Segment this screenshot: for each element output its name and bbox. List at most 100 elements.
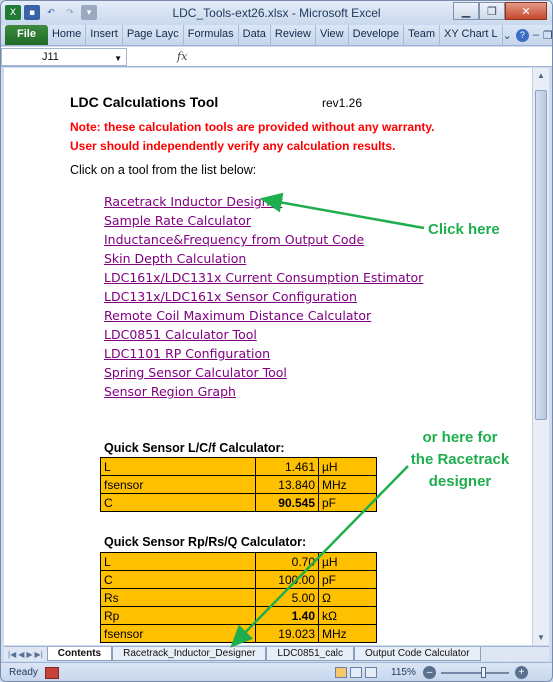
- lcf-label-cell[interactable]: fsensor: [100, 475, 256, 494]
- warning-line-1: Note: these calculation tools are provid…: [70, 120, 435, 134]
- lcf-value-cell[interactable]: 13.840: [255, 475, 319, 494]
- tab-developer[interactable]: Develope: [349, 25, 405, 45]
- rprs-unit-cell[interactable]: pF: [318, 570, 377, 589]
- lcf-label-cell[interactable]: C: [100, 493, 256, 512]
- fx-label[interactable]: fx: [177, 50, 187, 63]
- scrollbar-thumb[interactable]: [535, 90, 547, 420]
- rprs-unit-cell[interactable]: kΩ: [318, 606, 377, 625]
- tool-link-list: Racetrack Inductor Designer Sample Rate …: [104, 192, 423, 401]
- sheet-tab-ldc0851-calc[interactable]: LDC0851_calc: [266, 647, 355, 661]
- tab-home[interactable]: Home: [48, 25, 87, 45]
- rprs-label-cell[interactable]: L: [100, 552, 256, 571]
- ribbon-right-icons: ⌄ ? – ❐ ✕: [503, 25, 552, 45]
- rprs-unit-cell[interactable]: µH: [318, 552, 377, 571]
- lcf-unit-cell[interactable]: pF: [318, 493, 377, 512]
- rprs-value-cell[interactable]: 0.70: [255, 552, 319, 571]
- lcf-value-cell[interactable]: 1.461: [255, 457, 319, 476]
- prev-sheet-icon[interactable]: ◀: [18, 650, 24, 659]
- lcf-label-cell[interactable]: L: [100, 457, 256, 476]
- restore-button[interactable]: ❐: [479, 2, 505, 20]
- link-ldc0851-calculator[interactable]: LDC0851 Calculator Tool: [104, 325, 423, 344]
- link-inductance-frequency-from-output-code[interactable]: Inductance&Frequency from Output Code: [104, 230, 423, 249]
- lcf-unit-cell[interactable]: µH: [318, 457, 377, 476]
- rprs-value-cell[interactable]: 19.023: [255, 624, 319, 643]
- last-sheet-icon[interactable]: ▶|: [35, 650, 43, 659]
- rprs-label-cell[interactable]: C: [100, 570, 256, 589]
- rprs-label-cell[interactable]: Rs: [100, 588, 256, 607]
- page-layout-view-icon[interactable]: [350, 667, 362, 678]
- warning-line-2: User should independently verify any cal…: [70, 139, 396, 153]
- rprs-row: Rp 1.40 kΩ: [100, 606, 377, 625]
- close-button[interactable]: ✕: [505, 2, 547, 20]
- link-sensor-region-graph[interactable]: Sensor Region Graph: [104, 382, 423, 401]
- zoom-out-icon[interactable]: –: [423, 666, 436, 679]
- sheet-tab-output-code-calculator[interactable]: Output Code Calculator: [354, 647, 481, 661]
- link-current-consumption-estimator[interactable]: LDC161x/LDC131x Current Consumption Esti…: [104, 268, 423, 287]
- rprs-row: fsensor 19.023 MHz: [100, 624, 377, 643]
- link-sample-rate-calculator[interactable]: Sample Rate Calculator: [104, 211, 423, 230]
- lcf-calculator-title: Quick Sensor L/C/f Calculator:: [104, 441, 285, 455]
- zoom-slider[interactable]: [441, 672, 509, 674]
- rprs-value-cell[interactable]: 5.00: [255, 588, 319, 607]
- scroll-up-icon[interactable]: ▲: [535, 71, 547, 80]
- first-sheet-icon[interactable]: |◀: [8, 650, 16, 659]
- workbook-restore-icon[interactable]: ❐: [543, 29, 552, 42]
- rprs-calculator-title: Quick Sensor Rp/Rs/Q Calculator:: [104, 535, 307, 549]
- tab-xy-chart-labels[interactable]: XY Chart L: [440, 25, 503, 45]
- link-remote-coil-maximum-distance[interactable]: Remote Coil Maximum Distance Calculator: [104, 306, 423, 325]
- tab-formulas[interactable]: Formulas: [184, 25, 239, 45]
- vertical-scrollbar[interactable]: ▲ ▼: [532, 68, 549, 645]
- tab-review[interactable]: Review: [271, 25, 316, 45]
- link-skin-depth-calculation[interactable]: Skin Depth Calculation: [104, 249, 423, 268]
- lcf-row: fsensor 13.840 MHz: [100, 475, 377, 494]
- click-here-callout: Click here: [428, 221, 500, 238]
- link-ldc1101-rp-configuration[interactable]: LDC1101 RP Configuration: [104, 344, 423, 363]
- rprs-value-cell[interactable]: 1.40: [255, 606, 319, 625]
- rprs-label-cell[interactable]: Rp: [100, 606, 256, 625]
- link-racetrack-inductor-designer[interactable]: Racetrack Inductor Designer: [104, 192, 423, 211]
- rprs-row: L 0.70 µH: [100, 552, 377, 571]
- workbook-minimize-icon[interactable]: –: [533, 29, 539, 41]
- rprs-row: Rs 5.00 Ω: [100, 588, 377, 607]
- rprs-label-cell[interactable]: fsensor: [100, 624, 256, 643]
- lcf-unit-cell[interactable]: MHz: [318, 475, 377, 494]
- chevron-down-icon[interactable]: ▼: [114, 51, 122, 67]
- tab-view[interactable]: View: [316, 25, 349, 45]
- tab-data[interactable]: Data: [239, 25, 271, 45]
- rprs-row: C 100.00 pF: [100, 570, 377, 589]
- lcf-value-cell[interactable]: 90.545: [255, 493, 319, 512]
- sheet-tab-navigation: |◀ ◀ ▶ ▶|: [4, 647, 47, 661]
- tab-file[interactable]: File: [5, 25, 48, 45]
- minimize-button[interactable]: ▁: [453, 2, 479, 20]
- zoom-in-icon[interactable]: +: [515, 666, 528, 679]
- revision-label: rev1.26: [322, 96, 363, 110]
- rprs-calculator-table: L 0.70 µH C 100.00 pF Rs 5.00 Ω Rp 1.40 kΩ fsensor 19…: [100, 552, 377, 643]
- link-spring-sensor-calculator[interactable]: Spring Sensor Calculator Tool: [104, 363, 423, 382]
- link-sensor-configuration[interactable]: LDC131x/LDC161x Sensor Configuration: [104, 287, 423, 306]
- rprs-value-cell[interactable]: 100.00: [255, 570, 319, 589]
- name-box[interactable]: J11 ▼: [1, 47, 127, 67]
- sheet-tab-contents[interactable]: Contents: [46, 647, 113, 661]
- macro-record-icon[interactable]: [45, 667, 59, 679]
- window-controls: ▁ ❐ ✕: [453, 2, 547, 20]
- zoom-level[interactable]: 115%: [391, 667, 416, 678]
- tab-page-layout[interactable]: Page Layc: [123, 25, 184, 45]
- tab-insert[interactable]: Insert: [86, 25, 123, 45]
- lcf-row: C 90.545 pF: [100, 493, 377, 512]
- rprs-unit-cell[interactable]: MHz: [318, 624, 377, 643]
- normal-view-icon[interactable]: [335, 667, 347, 678]
- collapse-ribbon-icon[interactable]: ⌄: [503, 29, 512, 42]
- formula-input[interactable]: [187, 48, 552, 66]
- tab-team[interactable]: Team: [404, 25, 441, 45]
- help-icon[interactable]: ?: [515, 28, 529, 42]
- instruction-text: Click on a tool from the list below:: [70, 163, 257, 177]
- worksheet-grid[interactable]: LDC Calculations Tool rev1.26 Note: thes…: [4, 68, 532, 645]
- scroll-down-icon[interactable]: ▼: [535, 633, 547, 642]
- status-bar: Ready 115% – +: [1, 662, 552, 681]
- next-sheet-icon[interactable]: ▶: [26, 650, 32, 659]
- zoom-slider-thumb[interactable]: [481, 667, 486, 678]
- sheet-tabs-bar: |◀ ◀ ▶ ▶| Contents Racetrack_Inductor_De…: [4, 646, 549, 661]
- rprs-unit-cell[interactable]: Ω: [318, 588, 377, 607]
- page-break-view-icon[interactable]: [365, 667, 377, 678]
- sheet-tab-racetrack-inductor-designer[interactable]: Racetrack_Inductor_Designer: [112, 647, 267, 661]
